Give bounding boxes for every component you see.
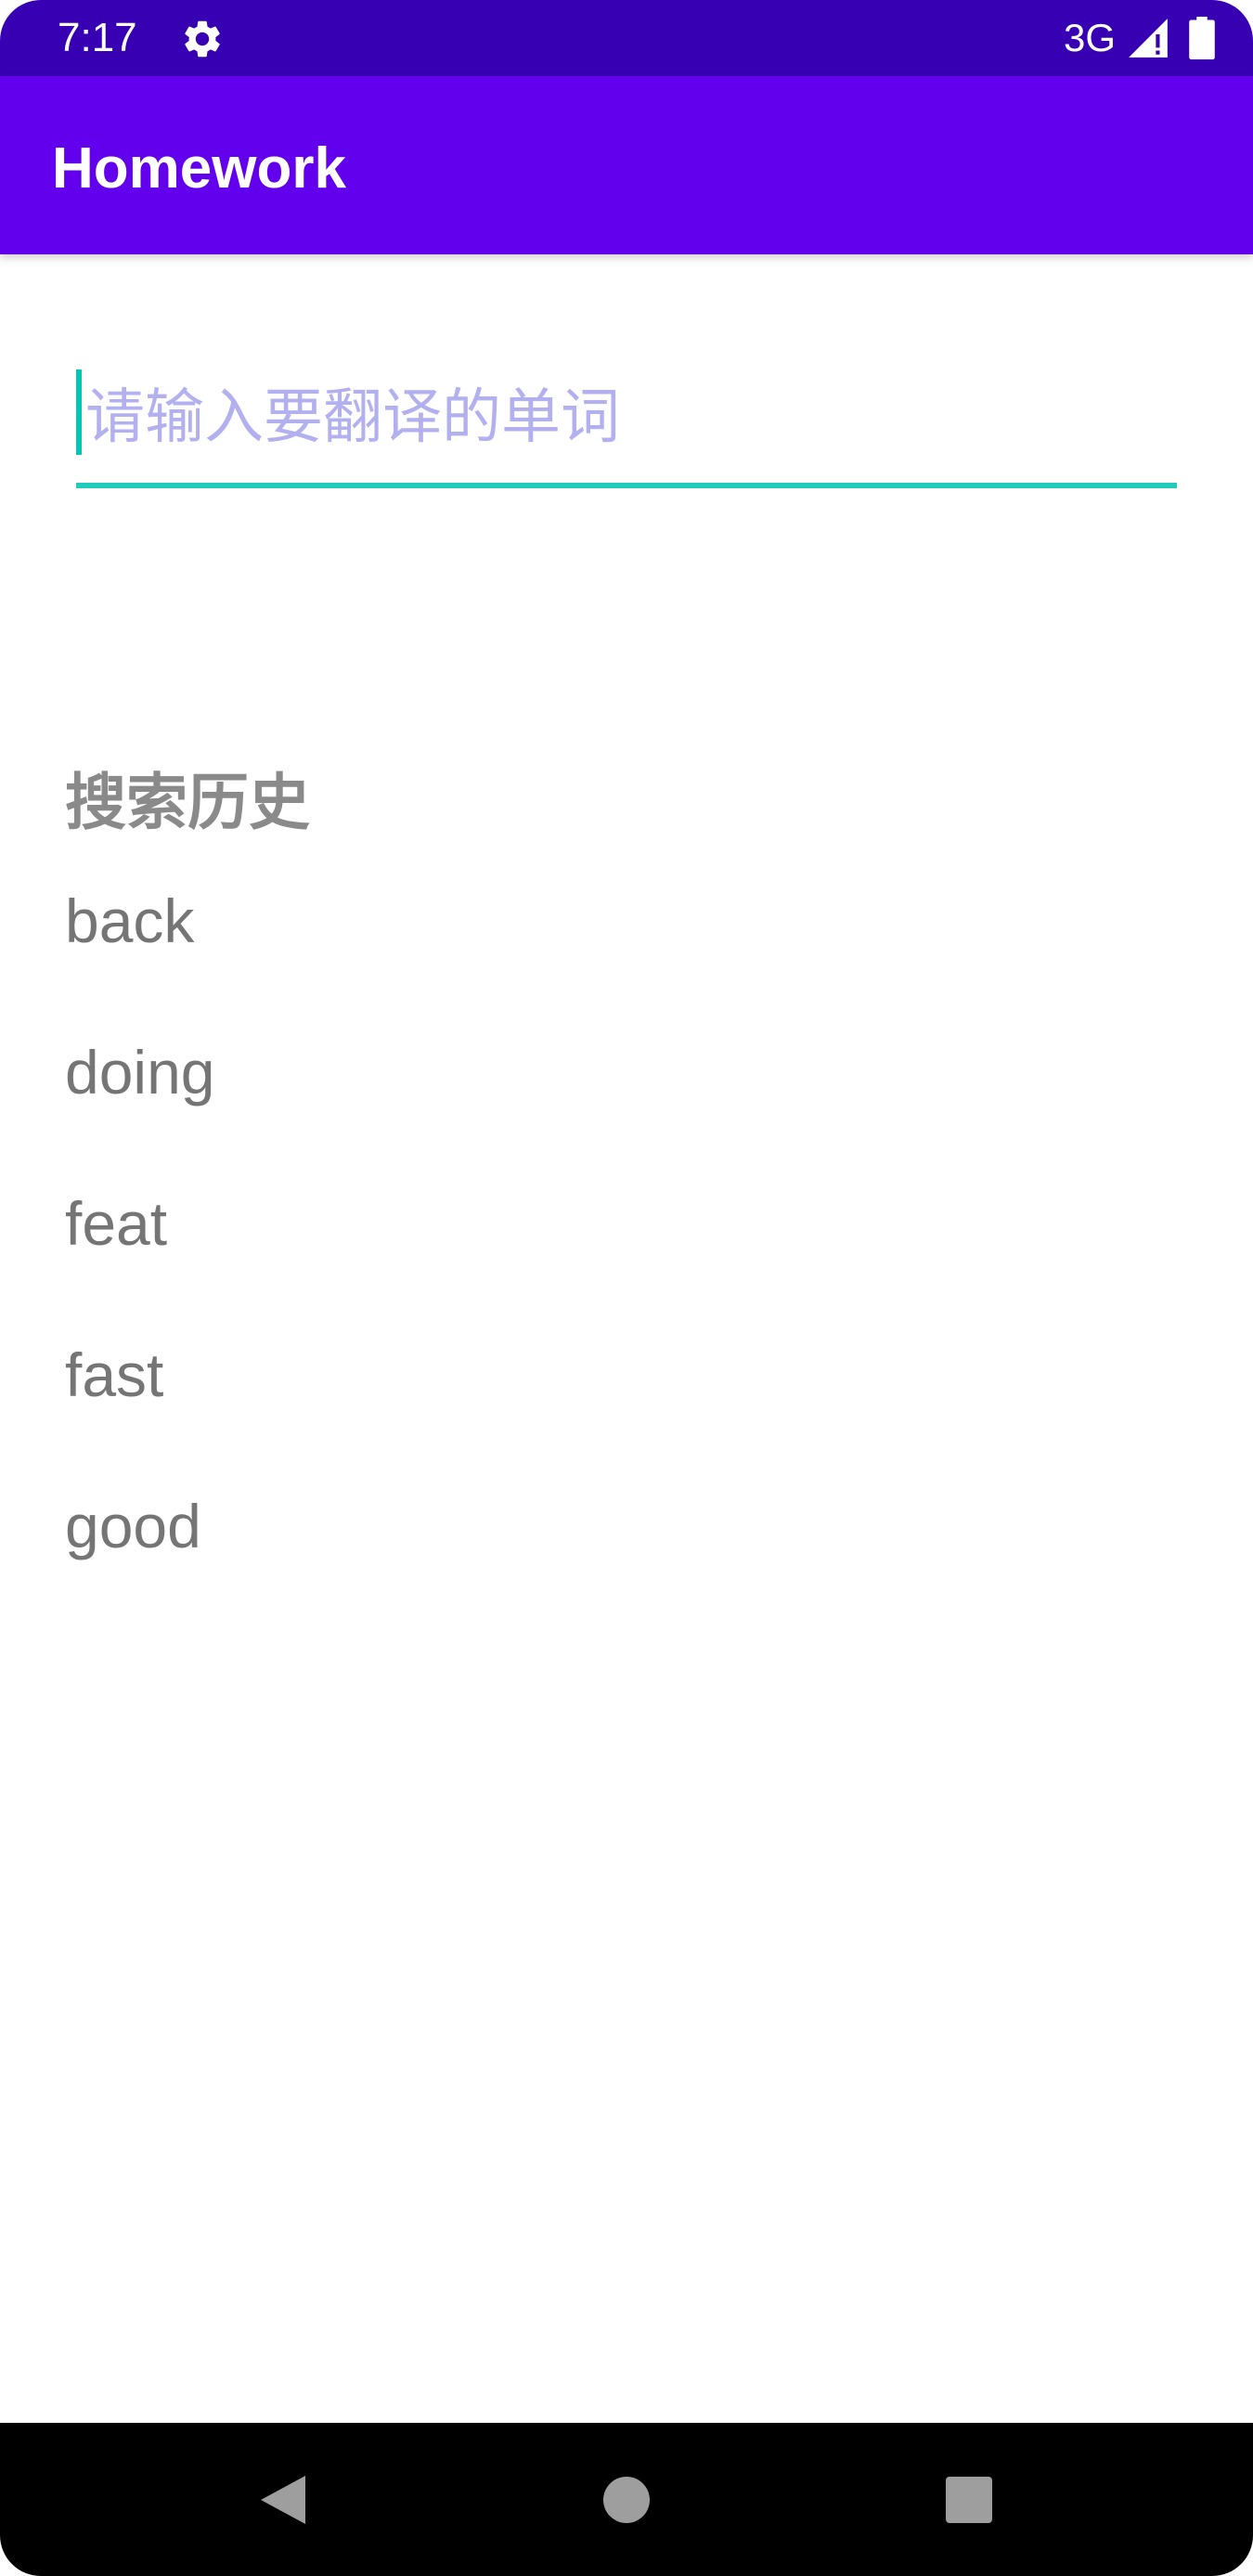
- navigation-bar: [0, 2423, 1253, 2576]
- search-underline: [76, 483, 1177, 488]
- recents-icon: [946, 2476, 992, 2523]
- status-right: 3G: [1064, 11, 1216, 65]
- gear-icon: [185, 20, 220, 58]
- history-item-back[interactable]: back: [65, 873, 1179, 1024]
- app-bar: Homework: [0, 76, 1253, 254]
- status-bar: 7:17 3G: [0, 0, 1253, 76]
- back-icon: [261, 2475, 305, 2524]
- home-icon: [603, 2476, 650, 2523]
- history-list: back doing feat fast good: [65, 873, 1179, 1629]
- history-item-feat[interactable]: feat: [65, 1175, 1179, 1327]
- history-item-fast[interactable]: fast: [65, 1327, 1179, 1478]
- app-title: Homework: [52, 136, 346, 201]
- text-cursor: [76, 369, 82, 455]
- history-header: 搜索历史: [65, 767, 310, 838]
- nav-back-button[interactable]: [190, 2423, 376, 2576]
- signal-icon: [1129, 19, 1168, 58]
- search-field: [76, 353, 1177, 488]
- screen: 7:17 3G Homework 搜索历史 back doing feat: [0, 0, 1253, 2576]
- status-time: 7:17: [58, 15, 137, 60]
- nav-home-button[interactable]: [534, 2423, 719, 2576]
- nav-recents-button[interactable]: [876, 2423, 1062, 2576]
- battery-icon: [1189, 17, 1215, 59]
- history-item-doing[interactable]: doing: [65, 1024, 1179, 1175]
- search-input[interactable]: [76, 353, 1177, 483]
- history-item-good[interactable]: good: [65, 1478, 1179, 1629]
- network-type: 3G: [1063, 16, 1116, 59]
